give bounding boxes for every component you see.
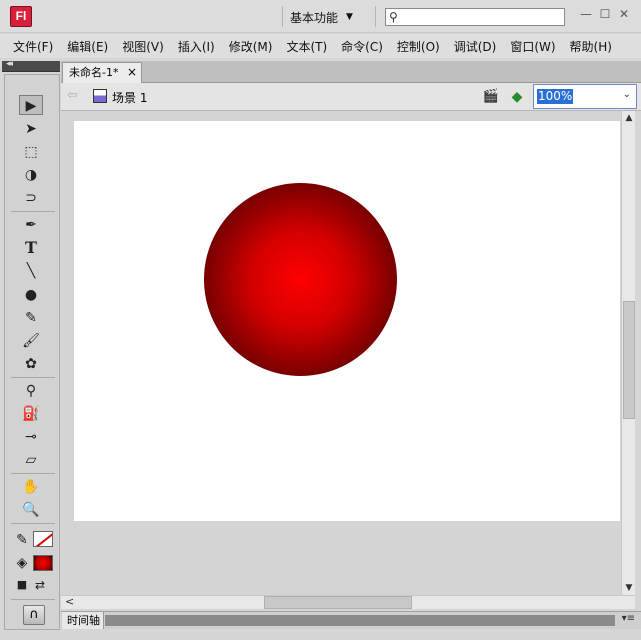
tab-document[interactable]: 未命名-1* × [62, 62, 142, 83]
search-input[interactable]: ⚲ [385, 8, 565, 26]
menu-view[interactable]: 视图(V) [115, 38, 171, 55]
menu-file[interactable]: 文件(F) [6, 38, 60, 55]
stage[interactable] [74, 121, 620, 521]
timeline-bar: 时间轴 ▾≡ [61, 611, 641, 629]
tools-panel-header[interactable]: ◂◂ [2, 59, 60, 72]
search-icon: ⚲ [389, 10, 398, 24]
menu-text[interactable]: 文本(T) [279, 38, 334, 55]
menu-help[interactable]: 帮助(H) [563, 38, 619, 55]
scroll-left-icon[interactable]: < [65, 595, 74, 608]
panel-menu-icon[interactable]: ▾≡ [622, 613, 635, 624]
scroll-down-icon[interactable]: ▼ [622, 583, 636, 593]
stroke-color-swatch[interactable] [33, 531, 53, 547]
menu-debug[interactable]: 调试(D) [447, 38, 504, 55]
eyedropper-tool-icon[interactable]: ⊸ [19, 427, 43, 447]
paint-bucket-tool-icon[interactable]: ⛽ [19, 404, 43, 424]
horizontal-scrollbar[interactable]: < [61, 595, 635, 609]
stroke-color-icon: ✎ [16, 532, 28, 548]
pencil-tool-icon[interactable]: ✎ [19, 308, 43, 328]
snap-to-objects-icon[interactable]: ∩ [23, 605, 45, 625]
edit-scene-icon[interactable]: 🎬 [481, 87, 501, 107]
scene-icon [93, 89, 107, 103]
close-window-button[interactable]: ✕ [616, 6, 632, 22]
selection-tool-icon[interactable]: ▶ [19, 95, 43, 115]
scroll-up-icon[interactable]: ▲ [622, 113, 636, 123]
tool-separator [11, 599, 55, 600]
menu-window[interactable]: 窗口(W) [503, 38, 562, 55]
zoom-tool-icon[interactable]: 🔍 [19, 500, 43, 520]
swap-colors-icon[interactable]: ⇄ [31, 575, 49, 595]
menu-control[interactable]: 控制(O) [390, 38, 447, 55]
chevron-down-icon: ⌄ [622, 89, 631, 100]
collapse-icon[interactable]: ◂◂ [6, 59, 13, 69]
lasso-tool-icon[interactable]: ⊃ [19, 188, 43, 208]
text-tool-icon[interactable]: T [19, 238, 43, 258]
timeline-strip[interactable] [105, 615, 615, 626]
hand-tool-icon[interactable]: ✋ [19, 477, 43, 497]
maximize-button[interactable]: ☐ [597, 6, 613, 22]
tool-separator [11, 473, 55, 474]
menu-modify[interactable]: 修改(M) [222, 38, 280, 55]
zoom-select[interactable]: 100% ⌄ [533, 84, 637, 109]
edit-symbols-icon[interactable]: ◆ [507, 87, 527, 107]
close-icon[interactable]: × [127, 63, 137, 82]
bone-tool-icon[interactable]: ⚲ [19, 381, 43, 401]
scene-label: 场景 1 [112, 91, 148, 105]
deco-tool-icon[interactable]: ✿ [19, 354, 43, 374]
default-colors-icon[interactable]: ■ [13, 575, 31, 595]
menu-commands[interactable]: 命令(C) [334, 38, 390, 55]
title-separator [282, 6, 283, 27]
chevron-down-icon: ▼ [346, 12, 353, 22]
tool-separator [11, 377, 55, 378]
tool-separator [11, 523, 55, 524]
zoom-value: 100% [537, 89, 574, 104]
title-separator [375, 6, 376, 27]
3d-rotation-tool-icon[interactable]: ◑ [19, 165, 43, 185]
oval-tool-icon[interactable]: ● [19, 285, 43, 305]
flash-logo: Fl [10, 6, 32, 27]
fill-color-icon: ◈ [16, 555, 28, 571]
fill-color-swatch[interactable] [33, 555, 53, 571]
vertical-scroll-thumb[interactable] [623, 301, 635, 419]
subselection-tool-icon[interactable]: ➤ [19, 119, 43, 139]
horizontal-scroll-thumb[interactable] [264, 596, 412, 609]
menu-bar: 文件(F) 编辑(E) 视图(V) 插入(I) 修改(M) 文本(T) 命令(C… [0, 34, 641, 58]
line-tool-icon[interactable]: ╲ [19, 261, 43, 281]
radial-gradient-circle[interactable] [204, 183, 397, 376]
tab-timeline[interactable]: 时间轴 [62, 612, 104, 629]
eraser-tool-icon[interactable]: ▱ [19, 450, 43, 470]
pasteboard[interactable] [61, 111, 621, 595]
document-tabs: 未命名-1* × [61, 61, 641, 83]
title-bar: Fl 基本功能 ▼ ⚲ — ☐ ✕ [0, 0, 641, 33]
workspace-label: 基本功能 [290, 10, 339, 25]
workspace-switcher[interactable]: 基本功能 ▼ [290, 7, 353, 27]
vertical-scrollbar[interactable]: ▲ ▼ [621, 111, 635, 595]
brush-tool-icon[interactable]: 🖌 [19, 331, 43, 351]
tools-panel: ▶ ➤ ⬚ ◑ ⊃ ✒ T ╲ ● ✎ 🖌 ✿ ⚲ ⛽ ⊸ ▱ ✋ 🔍 ✎ ◈ … [4, 74, 60, 630]
document-title: 未命名-1* [69, 66, 119, 79]
menu-insert[interactable]: 插入(I) [171, 38, 222, 55]
pen-tool-icon[interactable]: ✒ [19, 215, 43, 235]
free-transform-tool-icon[interactable]: ⬚ [19, 142, 43, 162]
minimize-button[interactable]: — [578, 6, 594, 22]
menu-edit[interactable]: 编辑(E) [60, 38, 115, 55]
edit-bar: ⇦ 场景 1 🎬 ◆ 100% ⌄ [61, 83, 641, 111]
back-arrow-icon[interactable]: ⇦ [67, 88, 78, 103]
tool-separator [11, 211, 55, 212]
